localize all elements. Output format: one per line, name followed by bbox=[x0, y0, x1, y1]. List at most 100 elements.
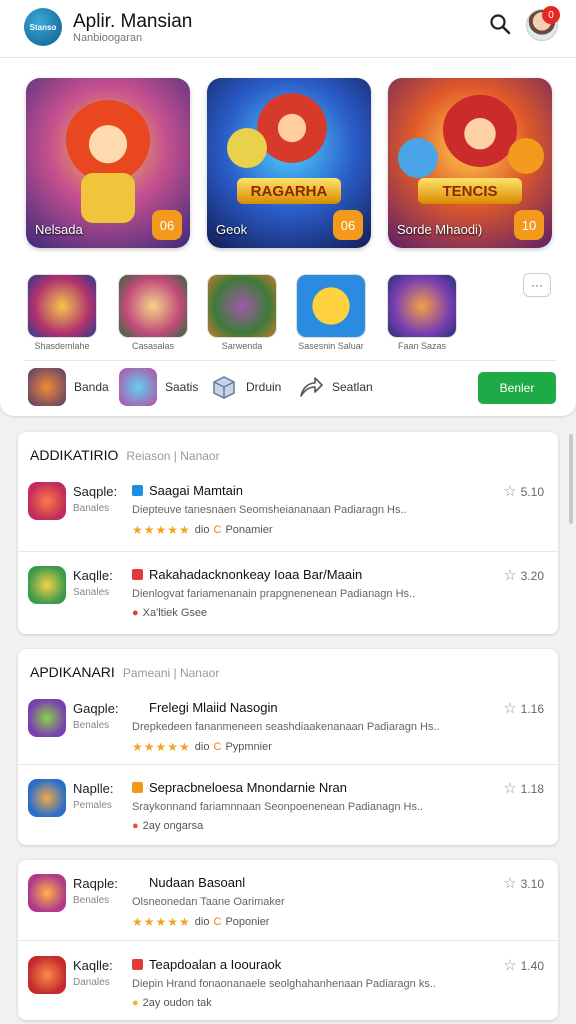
more-button[interactable]: ··· bbox=[523, 273, 551, 297]
stars-rating: ★★★★★ bbox=[132, 740, 191, 754]
tag-icon: C bbox=[213, 741, 222, 753]
list-item[interactable]: Kaqlle: Sanales Rakahadacknonkeay Ioaa B… bbox=[18, 552, 558, 634]
featured-number: 06 bbox=[333, 210, 363, 240]
scrollbar[interactable] bbox=[569, 434, 573, 524]
rating-value: 3.10 bbox=[520, 877, 544, 891]
row-key: Naplle: bbox=[73, 781, 114, 796]
row-meta: ● 2ay oudon tak bbox=[132, 997, 212, 1009]
status-icon: ● bbox=[132, 820, 139, 832]
app-icon bbox=[28, 779, 66, 817]
search-icon[interactable] bbox=[488, 12, 512, 36]
app-icon bbox=[28, 874, 66, 912]
row-title: Nudaan Basoanl bbox=[149, 875, 246, 890]
meta-tail: Pypmnier bbox=[225, 741, 272, 753]
get-button[interactable]: Benler bbox=[478, 372, 556, 404]
star-icon: ☆ bbox=[503, 567, 517, 584]
featured-card-3[interactable]: TENCIS Sorde Mhaodi) 10 bbox=[388, 78, 552, 248]
rating: ☆ 1.18 bbox=[503, 779, 544, 797]
featured-card-2[interactable]: RAGARHA Geok 06 bbox=[207, 78, 371, 248]
meta-text: dio bbox=[194, 524, 210, 536]
app-tile-1[interactable] bbox=[27, 274, 97, 338]
row-title: Rakahadacknonkeay Ioaa Bar/Maain bbox=[149, 567, 363, 582]
app-icon bbox=[28, 482, 66, 520]
rating-value: 3.20 bbox=[520, 569, 544, 583]
app-icon bbox=[28, 956, 66, 994]
featured-card-1[interactable]: Nelsada 06 bbox=[26, 78, 190, 248]
row-title: Frelegi Mlaiid Nasogin bbox=[149, 700, 278, 715]
stars-rating: ★★★★★ bbox=[132, 523, 191, 537]
featured-label: Nelsada bbox=[35, 222, 83, 237]
list-item[interactable]: Naplle: Pemales Sepracbneloesa Mnondarni… bbox=[18, 765, 558, 845]
rating: ☆ 3.20 bbox=[503, 566, 544, 584]
app-badge-icon bbox=[132, 959, 143, 970]
row-meta: ★★★★★ dio C Ponamier bbox=[132, 523, 273, 537]
rating: ☆ 1.40 bbox=[503, 956, 544, 974]
share-icon bbox=[300, 377, 323, 397]
category-item-3[interactable]: Drduin bbox=[210, 368, 281, 406]
row-description: Diepteuve tanesnaen Seomsheiananaan Padi… bbox=[132, 504, 407, 516]
notification-badge: 0 bbox=[542, 6, 560, 24]
row-meta: ● Xa'ltiek Gsee bbox=[132, 607, 207, 619]
section-card-3: Raqple: Benales Nudaan Basoanl Olsneoned… bbox=[18, 860, 558, 1020]
row-meta: ● 2ay ongarsa bbox=[132, 820, 203, 832]
category-icon bbox=[28, 368, 66, 406]
row-description: Drepkedeen fananmeneen seashdiaakenanaan… bbox=[132, 721, 440, 733]
section-subtitle: Pameani | Nanaor bbox=[122, 666, 220, 680]
rating-value: 5.10 bbox=[520, 485, 544, 499]
list-item[interactable]: Kaqlle: Danales Teapdoalan a Ioouraok Di… bbox=[18, 942, 558, 1020]
meta-tail: Poponier bbox=[225, 916, 270, 928]
app-icon bbox=[28, 699, 66, 737]
featured-number: 06 bbox=[152, 210, 182, 240]
row-subkey: Benales bbox=[73, 720, 110, 731]
category-item-1[interactable]: Banda bbox=[28, 368, 109, 406]
app-logo[interactable]: Stanso bbox=[24, 8, 62, 46]
featured-banner: TENCIS bbox=[418, 178, 522, 204]
row-key: Raqple: bbox=[73, 876, 118, 891]
rating: ☆ 1.16 bbox=[503, 699, 544, 717]
tile-caption: Shasdemlahe bbox=[34, 341, 90, 351]
tile-caption: Sarwenda bbox=[221, 341, 263, 351]
app-tile-4[interactable] bbox=[296, 274, 366, 338]
row-subkey: Benales bbox=[73, 895, 110, 906]
section-card-2: APDIKANARI Pameani | Nanaor Gaqple: Benal… bbox=[18, 649, 558, 845]
category-label: Banda bbox=[74, 380, 109, 394]
list-item[interactable]: Gaqple: Benales Frelegi Mlaiid Nasogin D… bbox=[18, 685, 558, 769]
featured-label: Sorde Mhaodi) bbox=[397, 222, 483, 237]
star-icon: ☆ bbox=[503, 875, 517, 892]
list-item[interactable]: Saqple: Banales Saagai Mamtain Diepteuve… bbox=[18, 468, 558, 552]
row-key: Kaqlle: bbox=[73, 958, 113, 973]
tag-icon: C bbox=[213, 524, 222, 536]
row-subkey: Pemales bbox=[73, 800, 112, 811]
meta-text: 2ay oudon tak bbox=[142, 997, 212, 1009]
star-icon: ☆ bbox=[503, 483, 517, 500]
app-badge-icon bbox=[132, 485, 143, 496]
row-meta: ★★★★★ dio C Poponier bbox=[132, 915, 269, 929]
row-description: Sraykonnand fariamnnaan Seonpoenenean Pa… bbox=[132, 801, 424, 813]
star-icon: ☆ bbox=[503, 780, 517, 797]
section-heading: ADDIKATIRIO Reiason | Nanaor bbox=[30, 447, 220, 463]
stars-rating: ★★★★★ bbox=[132, 915, 191, 929]
rating-value: 1.40 bbox=[520, 959, 544, 973]
app-badge-icon bbox=[132, 782, 143, 793]
featured-banner: RAGARHA bbox=[237, 178, 341, 204]
app-tile-2[interactable] bbox=[118, 274, 188, 338]
category-item-4[interactable]: Seatlan bbox=[298, 368, 373, 406]
app-title: Aplir. Mansian bbox=[73, 11, 193, 32]
list-item[interactable]: Raqple: Benales Nudaan Basoanl Olsneoned… bbox=[18, 860, 558, 944]
app-tile-3[interactable] bbox=[207, 274, 277, 338]
section-heading: APDIKANARI Pameani | Nanaor bbox=[30, 664, 219, 680]
category-label: Saatis bbox=[165, 380, 199, 394]
app-tile-5[interactable] bbox=[387, 274, 457, 338]
header-divider bbox=[0, 57, 576, 58]
row-subkey: Banales bbox=[73, 503, 110, 514]
row-title: Saagai Mamtain bbox=[149, 483, 243, 498]
section-subtitle: Reiason | Nanaor bbox=[126, 449, 220, 463]
category-item-2[interactable]: Saatis bbox=[119, 368, 198, 406]
meta-tail: Ponamier bbox=[225, 524, 273, 536]
row-subkey: Sanales bbox=[73, 587, 110, 598]
row-key: Gaqple: bbox=[73, 701, 119, 716]
row-key: Saqple: bbox=[73, 484, 118, 499]
rating-value: 1.16 bbox=[520, 702, 544, 716]
meta-text: Xa'ltiek Gsee bbox=[142, 607, 208, 619]
meta-text: dio bbox=[194, 916, 210, 928]
